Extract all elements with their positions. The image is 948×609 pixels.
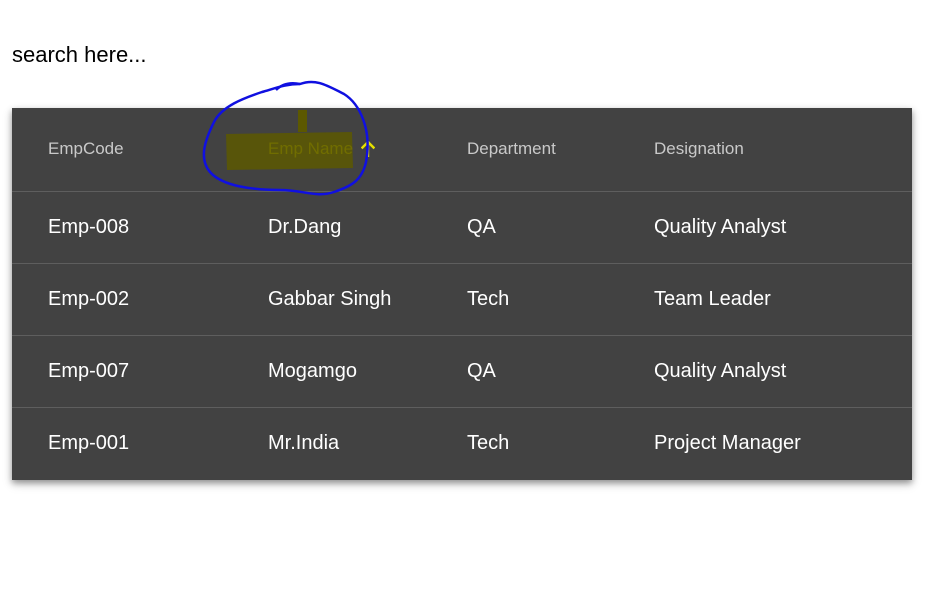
cell-empname: Mogamgo <box>268 335 467 408</box>
column-header-label: Emp Name <box>268 139 354 159</box>
cell-empcode: Emp-001 <box>48 431 130 454</box>
cell-empcode: Emp-007 <box>12 335 268 408</box>
table-row[interactable]: Emp-008 Dr.Dang QA Quality Analyst <box>12 191 912 264</box>
table-header-row: EmpCode Emp Name Department Designation <box>12 108 912 192</box>
cell-empname: Dr.Dang <box>268 191 467 264</box>
column-header-empcode[interactable]: EmpCode <box>12 108 268 192</box>
cell-department: Tech <box>467 263 654 336</box>
employee-table: EmpCode Emp Name Department Designation <box>12 108 912 479</box>
column-header-label: EmpCode <box>48 139 124 159</box>
table-row[interactable]: Emp-002 Gabbar Singh Tech Team Leader <box>12 263 912 336</box>
cell-designation: Team Leader <box>654 263 912 336</box>
arrow-up-icon[interactable] <box>361 141 376 158</box>
sort-header-empname[interactable]: Emp Name <box>268 139 376 159</box>
cell-empcode: Emp-002 <box>12 263 268 336</box>
cell-department: QA <box>467 191 654 264</box>
cell-department: QA <box>467 335 654 408</box>
annotation-stroke <box>275 82 301 91</box>
cell-department: Tech <box>467 431 510 454</box>
table-row[interactable]: Emp-007 Mogamgo QA Quality Analyst <box>12 335 912 408</box>
cell-empcode: Emp-008 <box>12 191 268 264</box>
cell-designation: Quality Analyst <box>654 191 912 264</box>
column-header-designation[interactable]: Designation <box>654 108 912 192</box>
column-header-label: Department <box>467 139 556 159</box>
column-header-empname[interactable]: Emp Name <box>268 108 467 192</box>
employee-table-card: EmpCode Emp Name Department Designation <box>12 108 912 480</box>
cell-empname: Mr.India <box>268 431 340 454</box>
search-input[interactable] <box>12 40 372 70</box>
column-header-label: Designation <box>654 139 744 159</box>
table-row[interactable]: Emp-001 Mr.India Tech Project Manager <box>12 407 912 479</box>
cell-designation: Quality Analyst <box>654 335 912 408</box>
cell-empname: Gabbar Singh <box>268 263 467 336</box>
cell-designation: Project Manager <box>654 431 801 454</box>
column-header-department[interactable]: Department <box>467 108 654 192</box>
